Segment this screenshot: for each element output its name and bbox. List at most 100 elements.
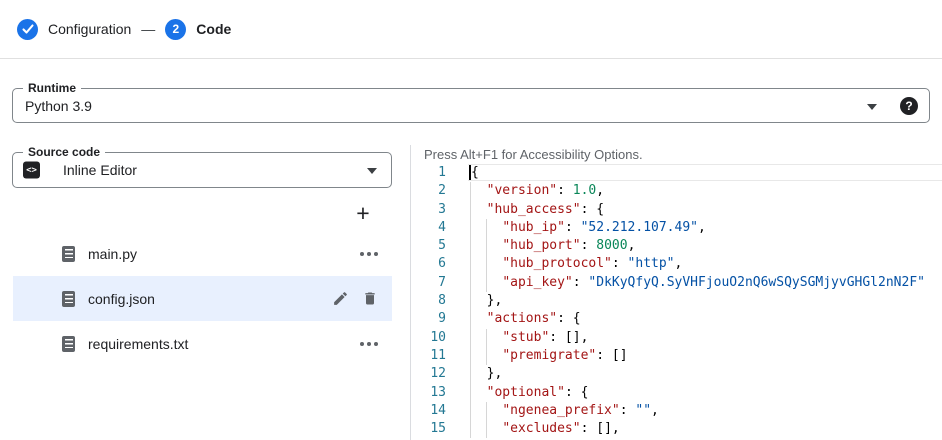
line-number: 12: [411, 365, 446, 383]
code-line[interactable]: 7 "api_key": "DkKyQfyQ.SyVHFjouO2nQ6wSQy…: [411, 274, 942, 292]
stepper: Configuration — 2 Code: [17, 18, 231, 40]
text-cursor: [469, 165, 471, 180]
code-line-content[interactable]: "api_key": "DkKyQfyQ.SyVHFjouO2nQ6wSQySG…: [471, 274, 942, 292]
more-horizontal-icon[interactable]: [367, 342, 371, 346]
file-row[interactable]: requirements.txt: [13, 321, 392, 366]
code-line[interactable]: 4 "hub_ip": "52.212.107.49",: [411, 219, 942, 237]
file-row[interactable]: main.py: [13, 231, 392, 276]
code-line-content[interactable]: "premigrate": []: [471, 347, 942, 365]
file-icon: [62, 291, 75, 307]
file-icon: [62, 246, 75, 262]
indent-guide: [470, 310, 471, 328]
code-line[interactable]: 14 "ngenea_prefix": "",: [411, 402, 942, 420]
code-line-content[interactable]: "excludes": [],: [471, 420, 942, 438]
chevron-down-icon: [867, 104, 877, 110]
code-line[interactable]: 10 "stub": [],: [411, 329, 942, 347]
indent-guide: [486, 255, 487, 273]
code-line-content[interactable]: "stub": [],: [471, 329, 942, 347]
file-row[interactable]: config.json: [13, 276, 392, 321]
indent-guide: [470, 255, 471, 273]
code-line[interactable]: 2 "version": 1.0,: [411, 182, 942, 200]
inline-editor-icon: <>: [23, 162, 40, 179]
line-number: 5: [411, 237, 446, 255]
indent-guide: [470, 274, 471, 292]
indent-guide: [486, 219, 487, 237]
code-line[interactable]: 11 "premigrate": []: [411, 347, 942, 365]
file-name: config.json: [88, 291, 155, 307]
line-number: 14: [411, 402, 446, 420]
indent-guide: [470, 402, 471, 420]
code-line-content[interactable]: "hub_port": 8000,: [471, 237, 942, 255]
indent-guide: [470, 182, 471, 200]
indent-guide: [470, 237, 471, 255]
code-editor[interactable]: Press Alt+F1 for Accessibility Options. …: [411, 140, 942, 440]
code-line[interactable]: 1{: [411, 164, 942, 182]
file-list: main.py config.json requirements.txt: [0, 231, 410, 366]
stepper-step-configuration[interactable]: Configuration: [17, 19, 131, 40]
code-line-content[interactable]: },: [471, 292, 942, 310]
file-name: main.py: [88, 246, 137, 262]
line-number: 15: [411, 420, 446, 438]
line-number: 3: [411, 201, 446, 219]
indent-guide: [470, 384, 471, 402]
runtime-help-button[interactable]: ?: [900, 97, 918, 115]
indent-guide: [470, 219, 471, 237]
line-number: 8: [411, 292, 446, 310]
source-code-field-label: Source code: [23, 145, 105, 160]
delete-button[interactable]: [362, 290, 378, 307]
file-name: requirements.txt: [88, 336, 188, 352]
code-line-content[interactable]: "hub_access": {: [471, 201, 942, 219]
indent-guide: [486, 420, 487, 438]
top-divider: [0, 58, 942, 59]
indent-guide: [470, 292, 471, 310]
code-line[interactable]: 3 "hub_access": {: [411, 201, 942, 219]
code-line-content[interactable]: "hub_protocol": "http",: [471, 255, 942, 273]
code-line-content[interactable]: "ngenea_prefix": "",: [471, 402, 942, 420]
edit-button[interactable]: [332, 290, 349, 307]
indent-guide: [486, 347, 487, 365]
line-number: 10: [411, 329, 446, 347]
code-line-content[interactable]: "version": 1.0,: [471, 182, 942, 200]
code-line[interactable]: 6 "hub_protocol": "http",: [411, 255, 942, 273]
help-icon: ?: [905, 99, 912, 113]
code-line[interactable]: 12 },: [411, 365, 942, 383]
code-line[interactable]: 9 "actions": {: [411, 310, 942, 328]
source-code-select[interactable]: Source code <> Inline Editor: [12, 152, 392, 188]
indent-guide: [486, 237, 487, 255]
line-number: 9: [411, 310, 446, 328]
code-line[interactable]: 5 "hub_port": 8000,: [411, 237, 942, 255]
file-icon: [62, 336, 75, 352]
stepper-separator: —: [141, 21, 155, 37]
stepper-step-code[interactable]: 2 Code: [165, 19, 231, 40]
runtime-value: Python 3.9: [25, 98, 92, 114]
runtime-select[interactable]: Runtime Python 3.9 ?: [12, 88, 930, 123]
code-line-content[interactable]: "actions": {: [471, 310, 942, 328]
step-complete-check-icon: [17, 19, 38, 40]
source-code-value: Inline Editor: [63, 162, 137, 178]
line-number: 2: [411, 182, 446, 200]
code-line[interactable]: 15 "excludes": [],: [411, 420, 942, 438]
line-number: 4: [411, 219, 446, 237]
accessibility-hint: Press Alt+F1 for Accessibility Options.: [424, 147, 942, 162]
code-line-content[interactable]: },: [471, 365, 942, 383]
indent-guide: [486, 402, 487, 420]
line-number: 6: [411, 255, 446, 273]
line-number: 11: [411, 347, 446, 365]
code-line[interactable]: 13 "optional": {: [411, 384, 942, 402]
indent-guide: [470, 420, 471, 438]
step-2-badge: 2: [165, 19, 186, 40]
code-area[interactable]: 1{2 "version": 1.0,3 "hub_access": {4 "h…: [411, 164, 942, 438]
chevron-down-icon: [367, 168, 377, 174]
step-code-label: Code: [196, 21, 231, 37]
indent-guide: [470, 329, 471, 347]
line-number: 1: [411, 164, 446, 182]
code-line-content[interactable]: {: [471, 164, 942, 182]
indent-guide: [470, 201, 471, 219]
code-line-content[interactable]: "hub_ip": "52.212.107.49",: [471, 219, 942, 237]
indent-guide: [470, 347, 471, 365]
code-line-content[interactable]: "optional": {: [471, 384, 942, 402]
more-horizontal-icon[interactable]: [367, 252, 371, 256]
runtime-field-label: Runtime: [23, 81, 81, 96]
code-line[interactable]: 8 },: [411, 292, 942, 310]
add-file-button[interactable]: +: [350, 201, 376, 227]
